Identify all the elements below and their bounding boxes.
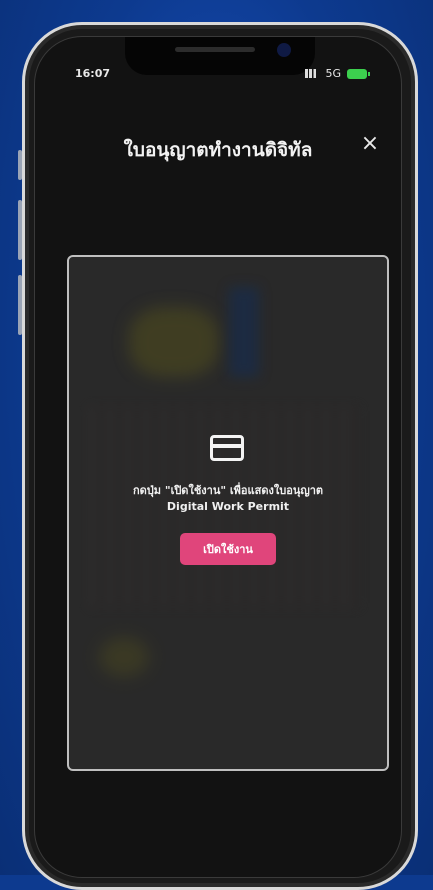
- close-icon[interactable]: ×: [355, 129, 385, 159]
- status-bar: 16:07 5G: [35, 65, 401, 85]
- camera: [277, 43, 291, 57]
- status-icons: 5G: [305, 67, 370, 80]
- volume-down-button: [18, 275, 22, 335]
- activation-message-line1: กดปุ่ม "เปิดใช้งาน" เพื่อแสดงใบอนุญาต: [132, 484, 324, 497]
- permit-card: กดปุ่ม "เปิดใช้งาน" เพื่อแสดงใบอนุญาต Di…: [67, 255, 389, 771]
- volume-up-button: [18, 200, 22, 260]
- side-button: [18, 150, 22, 180]
- activation-message-line2: Digital Work Permit: [166, 500, 290, 513]
- status-time: 16:07: [75, 67, 111, 80]
- page-title: ใบอนุญาตทำงานดิจิทัล: [123, 139, 313, 161]
- battery-icon: [347, 68, 370, 79]
- speaker: [175, 47, 255, 52]
- network-label: 5G: [325, 67, 341, 80]
- signal-icon: [305, 69, 320, 78]
- phone-screen: 16:07 5G ใบอนุญาตทำงานดิจิทัล × กดปุ่ม "…: [34, 36, 402, 878]
- activation-message: กดปุ่ม "เปิดใช้งาน" เพื่อแสดงใบอนุญาต Di…: [79, 483, 377, 515]
- card-icon: [210, 435, 244, 461]
- activate-button[interactable]: เปิดใช้งาน: [180, 533, 276, 565]
